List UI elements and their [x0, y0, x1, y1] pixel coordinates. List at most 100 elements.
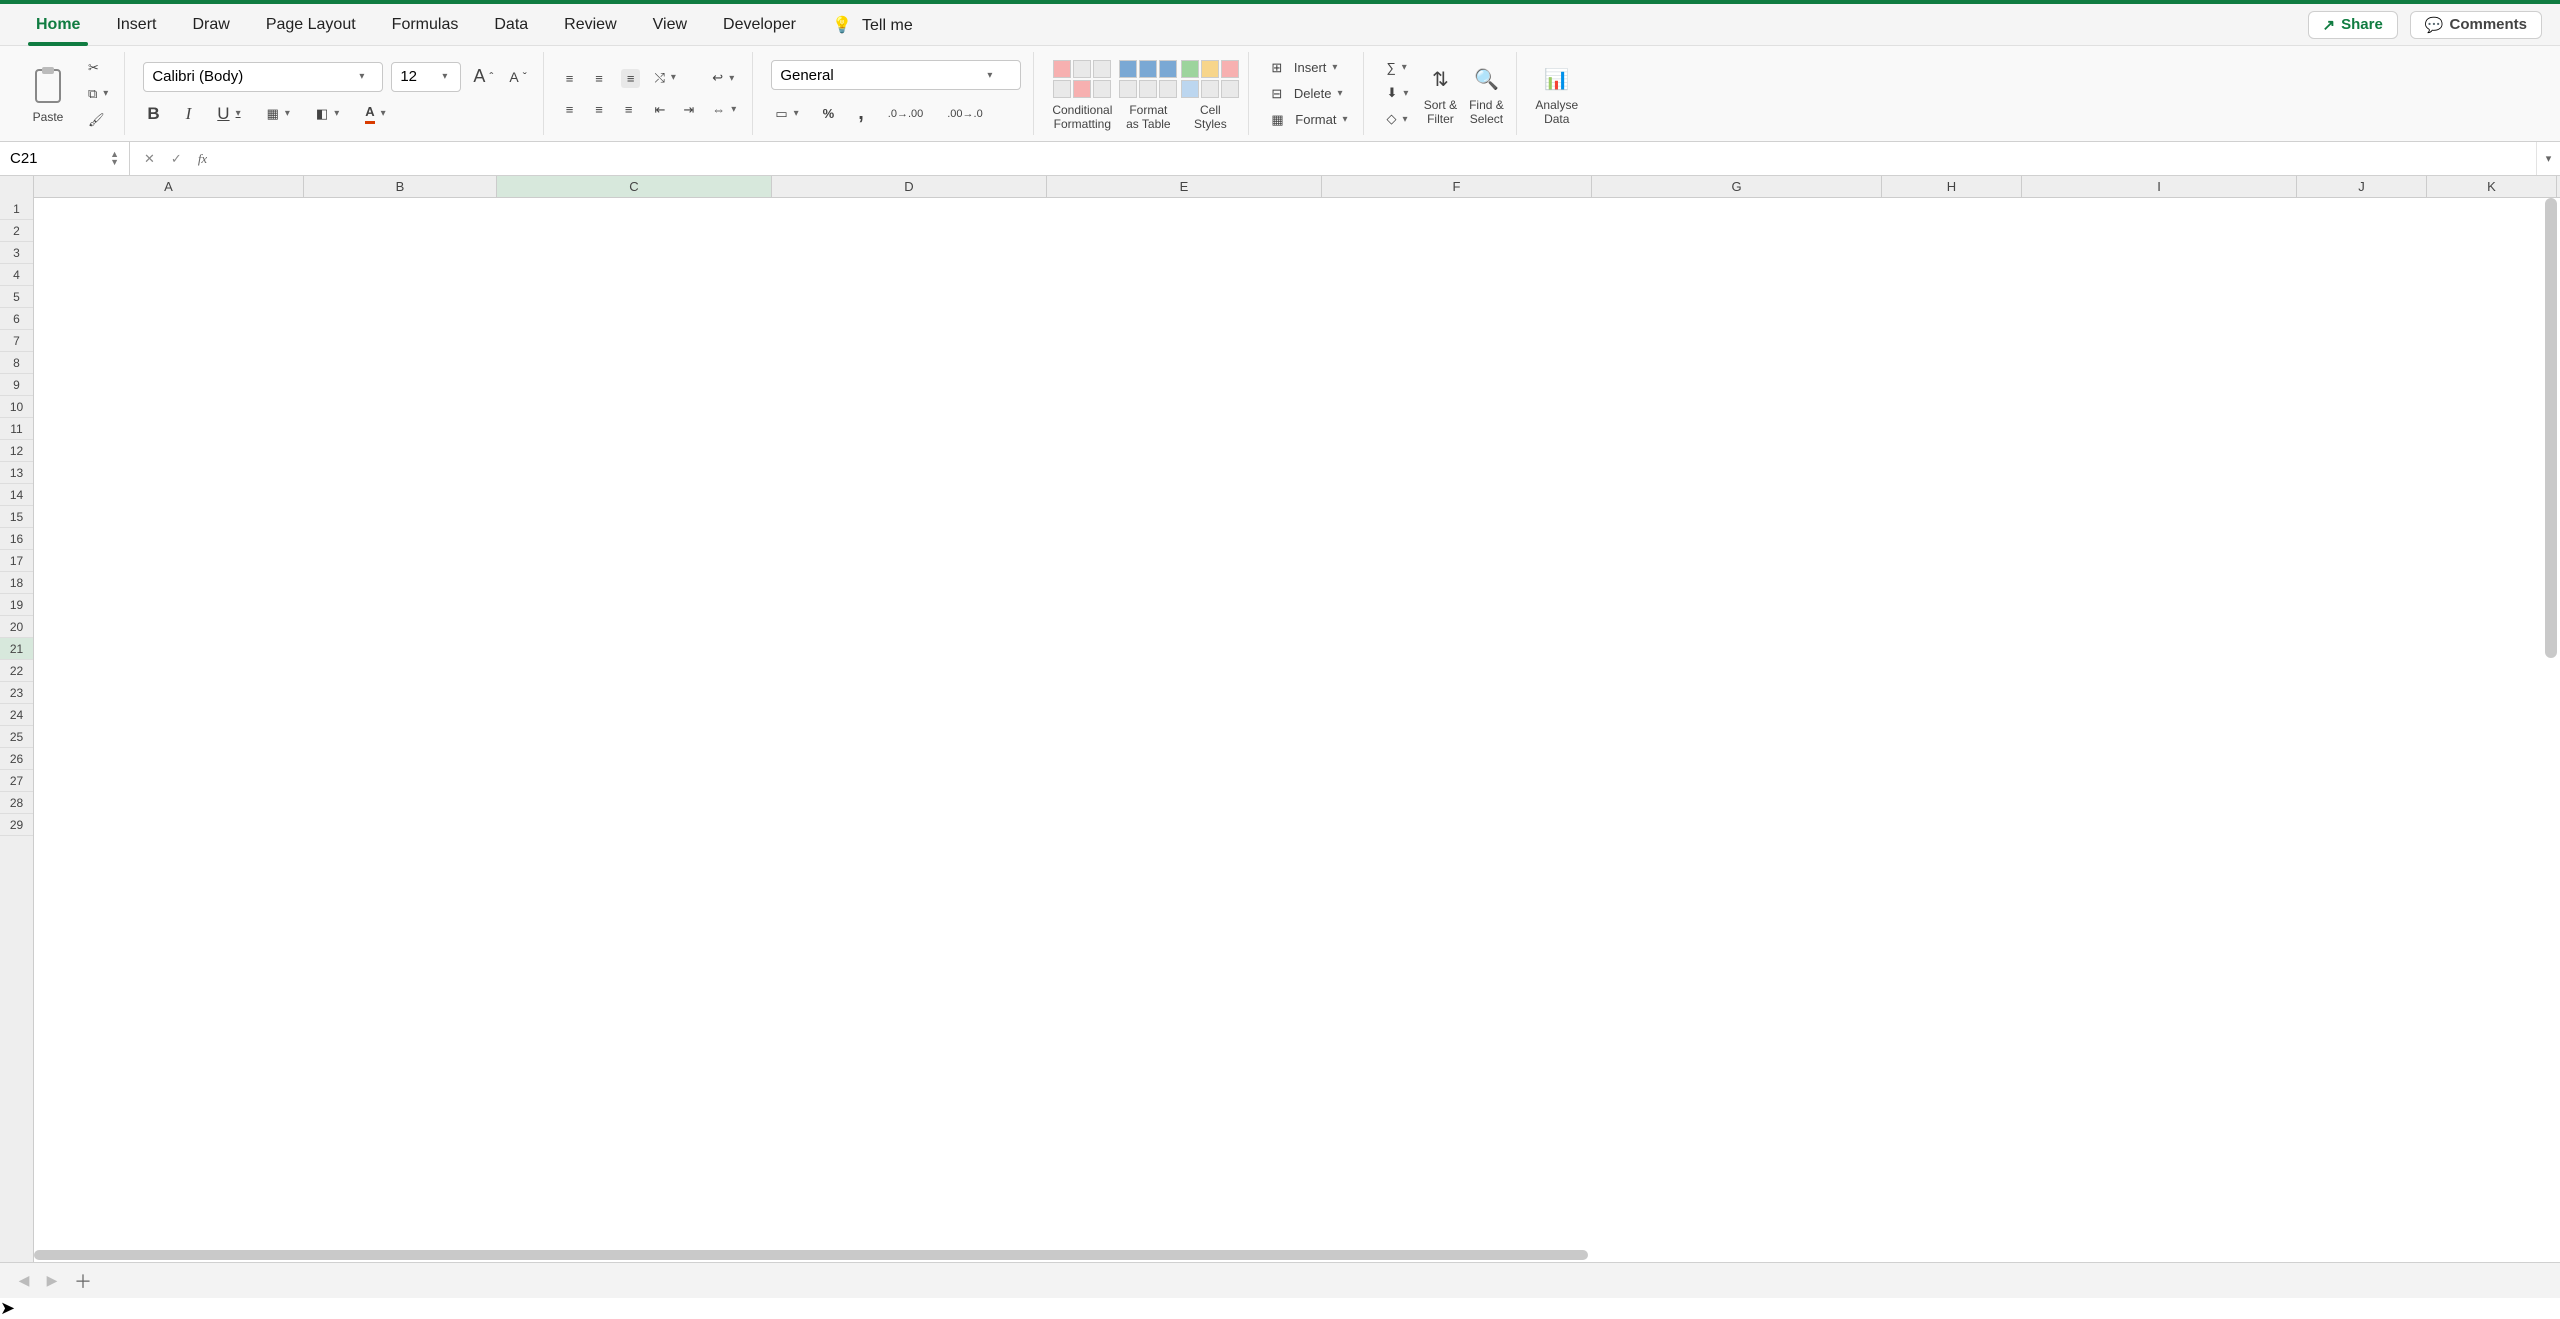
row-header-9[interactable]: 9: [0, 374, 33, 396]
decrease-decimal-button[interactable]: .00→.0: [943, 106, 986, 122]
spreadsheet-grid[interactable]: ABCDEFGHIJK 1234567891011121314151617181…: [0, 176, 2560, 1262]
column-headers[interactable]: ABCDEFGHIJK: [0, 176, 2560, 198]
wrap-text-button[interactable]: ↩▾: [708, 68, 740, 88]
column-header-G[interactable]: G: [1592, 176, 1882, 197]
ribbon-tab-home[interactable]: Home: [18, 10, 98, 40]
italic-button[interactable]: I: [182, 102, 196, 126]
delete-cells-button[interactable]: ⊟ Delete▾: [1267, 84, 1351, 104]
row-header-13[interactable]: 13: [0, 462, 33, 484]
ribbon-tab-insert[interactable]: Insert: [98, 10, 174, 40]
cut-button[interactable]: ✂: [84, 58, 112, 78]
font-size-input[interactable]: [400, 68, 434, 85]
add-sheet-button[interactable]: ＋: [66, 1268, 100, 1294]
row-header-10[interactable]: 10: [0, 396, 33, 418]
column-header-J[interactable]: J: [2297, 176, 2427, 197]
row-header-24[interactable]: 24: [0, 704, 33, 726]
merge-button[interactable]: ⇔▾: [708, 100, 740, 119]
conditional-formatting-button[interactable]: Conditional Formatting: [1052, 56, 1112, 130]
decrease-indent-button[interactable]: ⇤: [650, 100, 669, 120]
row-header-6[interactable]: 6: [0, 308, 33, 330]
format-as-table-button[interactable]: Format as Table: [1122, 56, 1174, 130]
ribbon-tab-page-layout[interactable]: Page Layout: [248, 10, 374, 40]
paste-button[interactable]: Paste: [22, 63, 74, 124]
row-header-7[interactable]: 7: [0, 330, 33, 352]
expand-formula-bar-button[interactable]: ▾: [2536, 142, 2560, 175]
row-header-23[interactable]: 23: [0, 682, 33, 704]
row-header-21[interactable]: 21: [0, 638, 33, 660]
ribbon-tab-view[interactable]: View: [635, 10, 705, 40]
row-header-11[interactable]: 11: [0, 418, 33, 440]
name-box-input[interactable]: [10, 150, 90, 167]
sheet-nav-prev[interactable]: ◀: [10, 1272, 38, 1289]
borders-button[interactable]: ▦▾: [263, 104, 294, 124]
ribbon-tab-data[interactable]: Data: [476, 10, 546, 40]
share-button[interactable]: ↗ Share: [2308, 11, 2398, 39]
ribbon-tab-developer[interactable]: Developer: [705, 10, 814, 40]
align-top-button[interactable]: ≡: [562, 69, 578, 88]
increase-indent-button[interactable]: ⇥: [679, 100, 698, 120]
row-headers[interactable]: 1234567891011121314151617181920212223242…: [0, 198, 34, 1262]
row-header-14[interactable]: 14: [0, 484, 33, 506]
number-format-input[interactable]: [780, 67, 979, 84]
row-header-25[interactable]: 25: [0, 726, 33, 748]
comma-button[interactable]: ,: [854, 100, 868, 127]
cells-area[interactable]: [34, 198, 2560, 1262]
autosum-button[interactable]: ∑▾: [1382, 58, 1412, 77]
row-header-8[interactable]: 8: [0, 352, 33, 374]
column-header-E[interactable]: E: [1047, 176, 1322, 197]
column-header-K[interactable]: K: [2427, 176, 2557, 197]
align-right-button[interactable]: ≡: [621, 100, 637, 119]
column-header-C[interactable]: C: [497, 176, 772, 197]
row-header-5[interactable]: 5: [0, 286, 33, 308]
font-name-combo[interactable]: ▾: [143, 62, 383, 92]
decrease-font-button[interactable]: Aˇ: [505, 67, 530, 87]
clear-button[interactable]: ◇▾: [1382, 109, 1412, 129]
bold-button[interactable]: B: [143, 102, 163, 126]
fill-button[interactable]: ⬇▾: [1382, 83, 1412, 103]
row-header-3[interactable]: 3: [0, 242, 33, 264]
font-color-button[interactable]: A▾: [361, 102, 389, 126]
font-name-input[interactable]: [152, 68, 351, 85]
ribbon-tab-draw[interactable]: Draw: [174, 10, 247, 40]
row-header-28[interactable]: 28: [0, 792, 33, 814]
row-header-15[interactable]: 15: [0, 506, 33, 528]
horizontal-scrollbar[interactable]: [34, 1248, 2540, 1262]
row-header-17[interactable]: 17: [0, 550, 33, 572]
increase-decimal-button[interactable]: .0→.00: [884, 106, 927, 122]
percent-button[interactable]: %: [819, 104, 839, 123]
column-header-D[interactable]: D: [772, 176, 1047, 197]
sheet-nav-next[interactable]: ▶: [38, 1272, 66, 1289]
currency-button[interactable]: ▭▾: [771, 104, 802, 124]
underline-button[interactable]: U▾: [213, 102, 244, 126]
cancel-formula-button[interactable]: ✕: [144, 151, 155, 167]
row-header-22[interactable]: 22: [0, 660, 33, 682]
column-header-F[interactable]: F: [1322, 176, 1592, 197]
column-header-B[interactable]: B: [304, 176, 497, 197]
formula-input[interactable]: [221, 142, 2536, 175]
row-header-19[interactable]: 19: [0, 594, 33, 616]
number-format-combo[interactable]: ▾: [771, 60, 1021, 90]
format-painter-button[interactable]: 🖌: [84, 110, 112, 130]
orientation-button[interactable]: ⤭▾: [650, 68, 698, 88]
row-header-16[interactable]: 16: [0, 528, 33, 550]
analyse-data-button[interactable]: 📊 Analyse Data: [1535, 61, 1578, 125]
row-header-26[interactable]: 26: [0, 748, 33, 770]
sort-filter-button[interactable]: ⇅ Sort & Filter: [1422, 61, 1458, 125]
increase-font-button[interactable]: Aˆ: [469, 64, 497, 89]
align-bottom-button[interactable]: ≡: [621, 69, 641, 88]
align-middle-button[interactable]: ≡: [591, 69, 607, 88]
horizontal-scroll-thumb[interactable]: [34, 1250, 1588, 1260]
align-center-button[interactable]: ≡: [591, 100, 607, 119]
select-all-corner[interactable]: [0, 176, 34, 198]
column-header-A[interactable]: A: [34, 176, 304, 197]
insert-cells-button[interactable]: ⊞ Insert▾: [1267, 58, 1351, 78]
name-box[interactable]: ▲▼: [0, 142, 130, 175]
copy-button[interactable]: ⧉▾: [84, 84, 112, 104]
row-header-20[interactable]: 20: [0, 616, 33, 638]
ribbon-tab-formulas[interactable]: Formulas: [374, 10, 477, 40]
vertical-scrollbar[interactable]: [2542, 198, 2560, 1262]
font-size-combo[interactable]: ▾: [391, 62, 461, 92]
row-header-18[interactable]: 18: [0, 572, 33, 594]
row-header-29[interactable]: 29: [0, 814, 33, 836]
row-header-12[interactable]: 12: [0, 440, 33, 462]
